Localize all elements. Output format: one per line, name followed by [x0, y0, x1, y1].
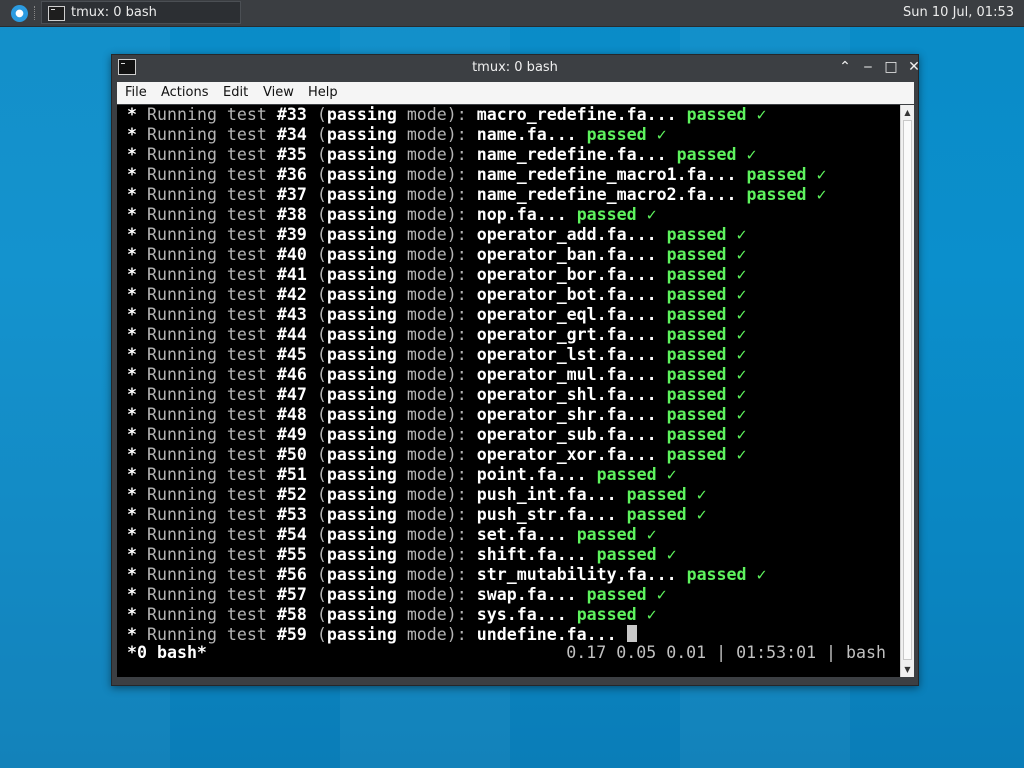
terminal-line: * Running test #40 (passing mode): opera…: [127, 245, 747, 264]
top-panel: ● tmux: 0 bash Sun 10 Jul, 01:53: [0, 0, 1024, 27]
terminal-line: * Running test #43 (passing mode): opera…: [127, 305, 747, 324]
terminal-line: * Running test #53 (passing mode): push_…: [127, 505, 707, 524]
terminal-line: * Running test #35 (passing mode): name_…: [127, 145, 757, 164]
terminal-line: * Running test #59 (passing mode): undef…: [127, 625, 637, 645]
terminal-line: * Running test #39 (passing mode): opera…: [127, 225, 747, 244]
vertical-scrollbar[interactable]: ▲ ▼: [900, 105, 914, 677]
menu-help[interactable]: Help: [308, 85, 338, 100]
terminal-line: * Running test #41 (passing mode): opera…: [127, 265, 747, 284]
menu-bar: File Actions Edit View Help: [117, 82, 914, 104]
terminal-line: * Running test #48 (passing mode): opera…: [127, 405, 747, 424]
terminal-line: * Running test #54 (passing mode): set.f…: [127, 525, 657, 544]
terminal-window: tmux: 0 bash ⌃ ‒ □ ✕ File Actions Edit V…: [111, 54, 920, 686]
scrollbar-thumb[interactable]: [903, 120, 912, 660]
terminal-line: * Running test #56 (passing mode): str_m…: [127, 565, 767, 584]
terminal-line: * Running test #36 (passing mode): name_…: [127, 165, 827, 184]
terminal-line: * Running test #45 (passing mode): opera…: [127, 345, 747, 364]
taskbar-button-tmux[interactable]: tmux: 0 bash: [41, 1, 241, 24]
tmux-window-list: *0 bash*: [127, 643, 207, 662]
terminal-line: * Running test #33 (passing mode): macro…: [127, 105, 767, 124]
terminal-line: * Running test #42 (passing mode): opera…: [127, 285, 747, 304]
xfce-mouse-icon[interactable]: ●: [11, 5, 28, 22]
terminal-line: * Running test #58 (passing mode): sys.f…: [127, 605, 657, 624]
window-titlebar[interactable]: tmux: 0 bash ⌃ ‒ □ ✕: [112, 55, 920, 80]
menu-actions[interactable]: Actions: [161, 85, 209, 100]
menu-edit[interactable]: Edit: [223, 85, 248, 100]
terminal-line: * Running test #38 (passing mode): nop.f…: [127, 205, 657, 224]
terminal-line: * Running test #52 (passing mode): push_…: [127, 485, 707, 504]
terminal-line: * Running test #50 (passing mode): opera…: [127, 445, 747, 464]
terminal-line: * Running test #51 (passing mode): point…: [127, 465, 677, 484]
window-title: tmux: 0 bash: [472, 60, 558, 75]
terminal-line: * Running test #37 (passing mode): name_…: [127, 185, 827, 204]
terminal-line: * Running test #44 (passing mode): opera…: [127, 325, 747, 344]
tmux-status-info: 0.17 0.05 0.01 | 01:53:01 | bash: [566, 643, 886, 662]
terminal-output[interactable]: *0 bash* 0.17 0.05 0.01 | 01:53:01 | bas…: [117, 105, 900, 677]
shade-button[interactable]: ⌃: [835, 57, 855, 77]
terminal-line: * Running test #46 (passing mode): opera…: [127, 365, 747, 384]
taskbar-label: tmux: 0 bash: [71, 5, 157, 20]
panel-clock[interactable]: Sun 10 Jul, 01:53: [903, 5, 1014, 20]
terminal-line: * Running test #34 (passing mode): name.…: [127, 125, 667, 144]
minimize-button[interactable]: ‒: [858, 57, 878, 77]
scroll-up-icon[interactable]: ▲: [901, 106, 914, 119]
maximize-button[interactable]: □: [881, 57, 901, 77]
terminal-line: * Running test #57 (passing mode): swap.…: [127, 585, 667, 604]
terminal-line: * Running test #55 (passing mode): shift…: [127, 545, 677, 564]
text-cursor: [626, 625, 637, 642]
scroll-down-icon[interactable]: ▼: [901, 663, 914, 676]
terminal-line: * Running test #49 (passing mode): opera…: [127, 425, 747, 444]
terminal-icon: [48, 6, 65, 21]
menu-file[interactable]: File: [125, 85, 147, 100]
close-button[interactable]: ✕: [904, 57, 924, 77]
terminal-line: * Running test #47 (passing mode): opera…: [127, 385, 747, 404]
menu-view[interactable]: View: [263, 85, 294, 100]
